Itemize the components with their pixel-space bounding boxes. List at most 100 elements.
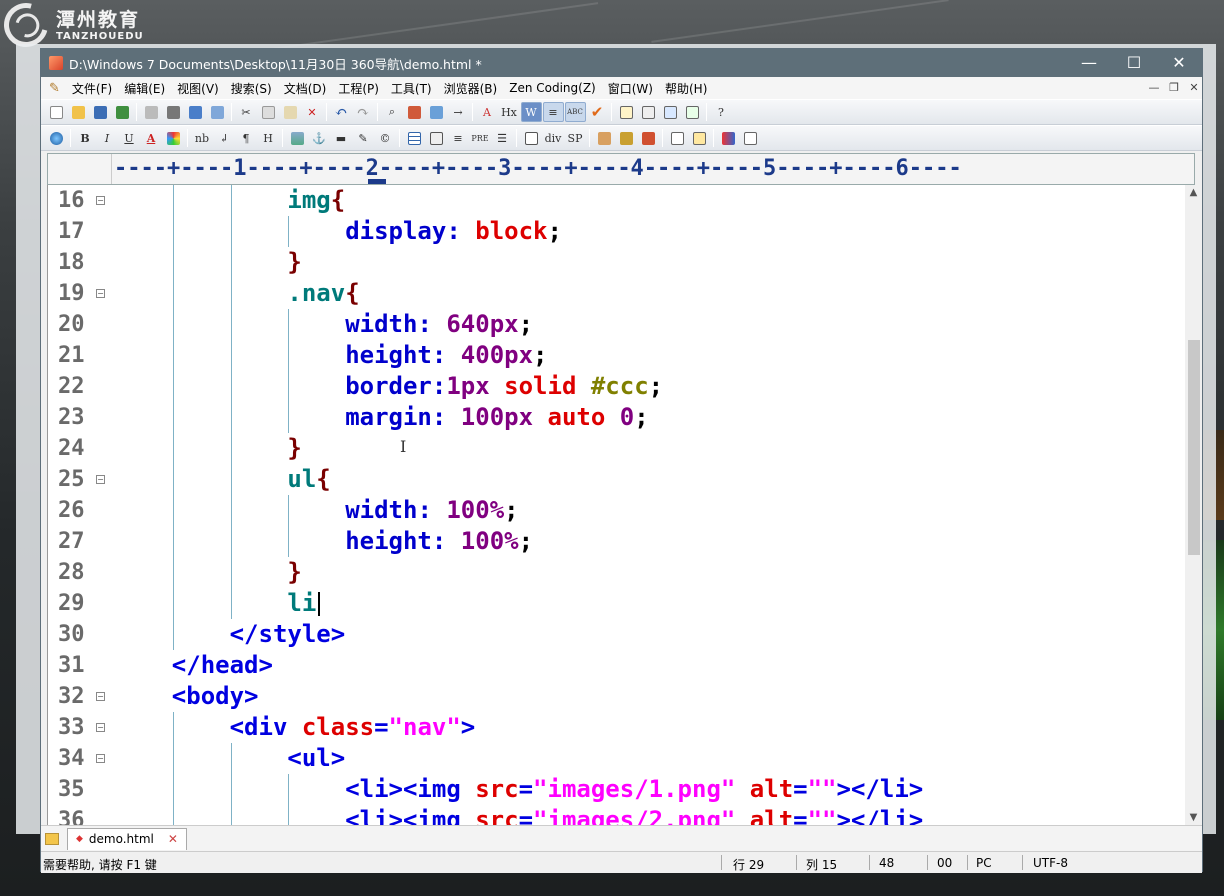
browser-icon[interactable] bbox=[46, 128, 67, 148]
print-preview-icon[interactable] bbox=[141, 102, 162, 122]
frameset-icon[interactable] bbox=[689, 128, 710, 148]
center-icon[interactable]: ≡ bbox=[448, 128, 469, 148]
copy-icon[interactable] bbox=[258, 102, 279, 122]
menu-browser[interactable]: 浏览器(B) bbox=[438, 80, 504, 97]
tag-icon[interactable] bbox=[616, 128, 637, 148]
find-in-files-icon[interactable] bbox=[426, 102, 447, 122]
title-bar[interactable]: D:\Windows 7 Documents\Desktop\11月30日 36… bbox=[41, 49, 1202, 77]
help-icon[interactable]: ? bbox=[711, 102, 732, 122]
cut-icon[interactable]: ✂ bbox=[236, 102, 257, 122]
layout-icon[interactable] bbox=[638, 102, 659, 122]
open-folder-icon[interactable] bbox=[68, 102, 89, 122]
menu-document[interactable]: 文档(D) bbox=[278, 80, 333, 97]
new-file-icon[interactable] bbox=[46, 102, 67, 122]
goto-icon[interactable]: → bbox=[448, 102, 469, 122]
heading-button[interactable]: H bbox=[258, 128, 279, 148]
watermark-logo: 潭州教育 TANZHOUEDU bbox=[0, 0, 154, 56]
form-icon[interactable] bbox=[426, 128, 447, 148]
fold-toggle-icon[interactable]: − bbox=[96, 289, 105, 298]
maximize-button[interactable]: ☐ bbox=[1111, 49, 1157, 77]
edit-icon[interactable] bbox=[594, 128, 615, 148]
indent-guide bbox=[288, 495, 290, 526]
fold-toggle-icon[interactable]: − bbox=[96, 475, 105, 484]
redo-icon[interactable]: ↷ bbox=[353, 102, 374, 122]
check-icon[interactable]: ✔ bbox=[587, 102, 608, 122]
output-icon[interactable] bbox=[682, 102, 703, 122]
highlight-icon[interactable]: ✎ bbox=[353, 128, 374, 148]
fold-toggle-icon[interactable]: − bbox=[96, 692, 105, 701]
menu-view[interactable]: 视图(V) bbox=[171, 80, 225, 97]
italic-button[interactable]: I bbox=[97, 128, 118, 148]
fold-toggle-icon[interactable]: − bbox=[96, 754, 105, 763]
heading-x-icon[interactable]: Hx bbox=[499, 102, 520, 122]
color-palette-icon[interactable] bbox=[163, 128, 184, 148]
doc-close-button[interactable]: ✕ bbox=[1186, 80, 1202, 96]
find-icon[interactable]: ⌕ bbox=[382, 102, 403, 122]
font-size-icon[interactable]: A bbox=[477, 102, 498, 122]
delete-icon[interactable]: ✕ bbox=[302, 102, 323, 122]
block-icon[interactable] bbox=[740, 128, 761, 148]
doc-restore-button[interactable]: ❐ bbox=[1166, 80, 1182, 96]
text-field-icon[interactable] bbox=[521, 128, 542, 148]
tools-icon[interactable] bbox=[638, 128, 659, 148]
save-all-icon[interactable] bbox=[112, 102, 133, 122]
table-icon[interactable] bbox=[404, 128, 425, 148]
copyright-icon[interactable]: © bbox=[375, 128, 396, 148]
image-icon[interactable] bbox=[287, 128, 308, 148]
menu-help[interactable]: 帮助(H) bbox=[659, 80, 713, 97]
panel-icon[interactable] bbox=[616, 102, 637, 122]
close-button[interactable]: ✕ bbox=[1156, 49, 1202, 77]
horizontal-rule-icon[interactable]: ▬ bbox=[331, 128, 352, 148]
line-numbers-icon[interactable]: ABC bbox=[564, 102, 586, 122]
indent-guides-icon[interactable]: ≡ bbox=[542, 102, 564, 122]
code-line: 32− <body> bbox=[48, 681, 1185, 712]
spellcheck-icon[interactable] bbox=[185, 102, 206, 122]
scroll-down-icon[interactable]: ▼ bbox=[1185, 812, 1202, 823]
font-color-button[interactable]: A bbox=[141, 128, 162, 148]
doc-minimize-button[interactable]: — bbox=[1146, 80, 1162, 96]
menu-project[interactable]: 工程(P) bbox=[332, 80, 385, 97]
word-wrap-icon[interactable]: W bbox=[520, 102, 542, 122]
fold-toggle-icon[interactable]: − bbox=[96, 196, 105, 205]
fold-toggle-icon[interactable]: − bbox=[96, 723, 105, 732]
window-icon[interactable] bbox=[660, 102, 681, 122]
underline-button[interactable]: U bbox=[119, 128, 140, 148]
frame-icon[interactable] bbox=[667, 128, 688, 148]
menu-search[interactable]: 搜索(S) bbox=[225, 80, 278, 97]
menu-tools[interactable]: 工具(T) bbox=[385, 80, 438, 97]
line-break-button[interactable]: ↲ bbox=[214, 128, 235, 148]
nbsp-button[interactable]: nb bbox=[192, 128, 213, 148]
replace-icon[interactable] bbox=[404, 102, 425, 122]
menu-edit[interactable]: 编辑(E) bbox=[118, 80, 171, 97]
undo-icon[interactable]: ↶ bbox=[331, 102, 352, 122]
span-button[interactable]: SP bbox=[565, 128, 586, 148]
column-ruler[interactable]: ----+----1----+----2----+----3----+----4… bbox=[47, 153, 1195, 185]
anchor-icon[interactable]: ⚓ bbox=[309, 128, 330, 148]
preview-icon[interactable] bbox=[207, 102, 228, 122]
bold-button[interactable]: B bbox=[75, 128, 96, 148]
print-icon[interactable] bbox=[163, 102, 184, 122]
list-icon[interactable]: ☰ bbox=[492, 128, 513, 148]
menu-file[interactable]: 文件(F) bbox=[66, 80, 118, 97]
pre-button[interactable]: PRE bbox=[470, 128, 491, 148]
code-editor[interactable]: 16− img{17 display: block; 18} 19− .nav{20 wid… bbox=[47, 185, 1185, 825]
code-token: ></li> bbox=[836, 806, 924, 825]
scroll-up-icon[interactable]: ▲ bbox=[1185, 187, 1202, 198]
indent-guide bbox=[172, 278, 174, 309]
menu-window[interactable]: 窗口(W) bbox=[602, 80, 659, 97]
indent-guide bbox=[230, 495, 232, 526]
tab-demo-html[interactable]: ◆ demo.html ✕ bbox=[67, 827, 187, 850]
indent-guide bbox=[172, 464, 174, 495]
minimize-button[interactable]: — bbox=[1066, 49, 1112, 77]
folder-icon[interactable] bbox=[45, 832, 59, 845]
line-number: 17 bbox=[58, 219, 85, 244]
paragraph-button[interactable]: ¶ bbox=[236, 128, 257, 148]
vertical-scrollbar[interactable]: ▲ ▼ bbox=[1185, 185, 1202, 825]
div-button[interactable]: div bbox=[543, 128, 564, 148]
tab-close-icon[interactable]: ✕ bbox=[168, 832, 178, 846]
scrollbar-thumb[interactable] bbox=[1188, 340, 1200, 555]
save-icon[interactable] bbox=[90, 102, 111, 122]
paste-icon[interactable] bbox=[280, 102, 301, 122]
color-picker-icon[interactable] bbox=[718, 128, 739, 148]
menu-zen-coding[interactable]: Zen Coding(Z) bbox=[503, 81, 602, 95]
